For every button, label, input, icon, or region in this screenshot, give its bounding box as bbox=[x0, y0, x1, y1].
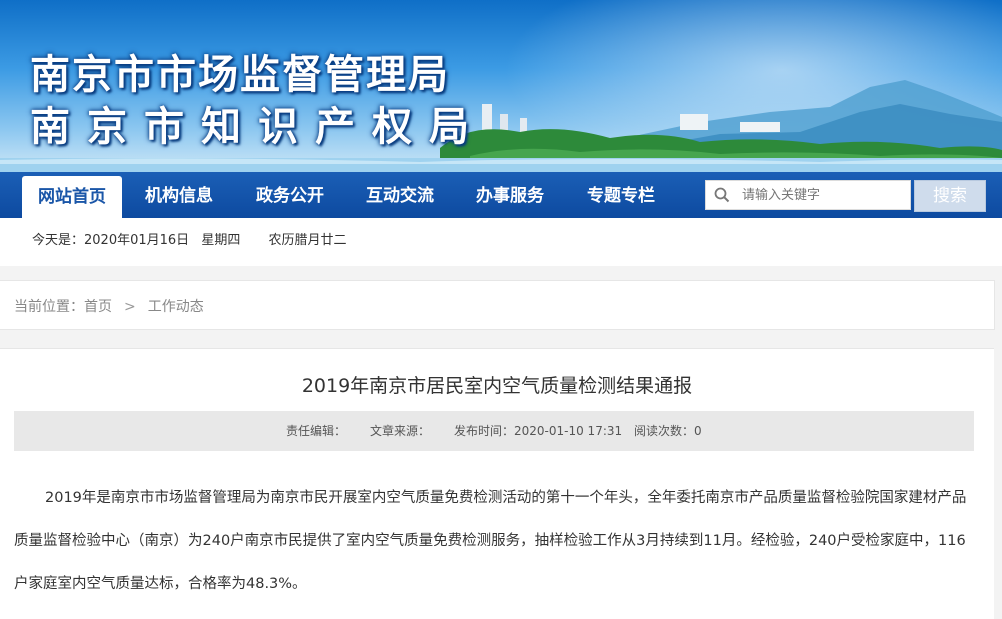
meta-editor: 责任编辑： bbox=[286, 424, 347, 438]
banner-title-line2: 南京市知识产权局 bbox=[30, 103, 486, 150]
breadcrumb-current[interactable]: 工作动态 bbox=[148, 299, 204, 315]
nav-item-interaction[interactable]: 互动交流 bbox=[366, 172, 434, 218]
lunar-date-label: 农历腊月廿二 bbox=[268, 233, 347, 248]
meta-views: 阅读次数：0 bbox=[634, 424, 702, 438]
nav-item-institution[interactable]: 机构信息 bbox=[145, 172, 213, 218]
nav-item-government-affairs[interactable]: 政务公开 bbox=[256, 172, 324, 218]
breadcrumb: 当前位置：首页 > 工作动态 bbox=[0, 280, 995, 330]
article-meta: 责任编辑： 文章来源： 发布时间：2020-01-10 17:31 阅读次数：0 bbox=[14, 411, 974, 451]
site-banner: 南京市市场监督管理局 南京市知识产权局 bbox=[0, 0, 1002, 172]
search-icon bbox=[714, 187, 730, 203]
date-info: 今天是：2020年01月16日 星期四 农历腊月廿二 bbox=[32, 229, 354, 248]
nav-bar: 网站首页 机构信息 政务公开 互动交流 办事服务 专题专栏 搜索 bbox=[0, 172, 1002, 218]
breadcrumb-separator: > bbox=[124, 299, 136, 315]
meta-published: 发布时间：2020-01-10 17:31 bbox=[454, 424, 623, 438]
article-body: 2019年是南京市市场监督管理局为南京市民开展室内空气质量免费检测活动的第十一个… bbox=[14, 477, 974, 606]
nav-item-topics[interactable]: 专题专栏 bbox=[587, 172, 655, 218]
article-paragraph: 2019年是南京市市场监督管理局为南京市民开展室内空气质量免费检测活动的第十一个… bbox=[14, 490, 967, 592]
weekday-label: 星期四 bbox=[201, 233, 241, 248]
search-input[interactable] bbox=[742, 181, 902, 209]
article: 2019年南京市居民室内空气质量检测结果通报 责任编辑： 文章来源： 发布时间：… bbox=[0, 348, 994, 619]
banner-title-line1: 南京市市场监督管理局 bbox=[30, 51, 450, 98]
main-nav: 网站首页 机构信息 政务公开 互动交流 办事服务 专题专栏 搜索 今天是：202… bbox=[0, 172, 1002, 266]
search-box bbox=[705, 180, 911, 210]
search-button[interactable]: 搜索 bbox=[914, 180, 986, 212]
nav-item-services[interactable]: 办事服务 bbox=[476, 172, 544, 218]
date-label: 今天是：2020年01月16日 bbox=[32, 233, 190, 248]
article-title: 2019年南京市居民室内空气质量检测结果通报 bbox=[301, 375, 693, 397]
nav-item-home[interactable]: 网站首页 bbox=[22, 176, 122, 218]
meta-source: 文章来源： bbox=[370, 424, 431, 438]
breadcrumb-home-link[interactable]: 当前位置：首页 bbox=[14, 299, 112, 315]
